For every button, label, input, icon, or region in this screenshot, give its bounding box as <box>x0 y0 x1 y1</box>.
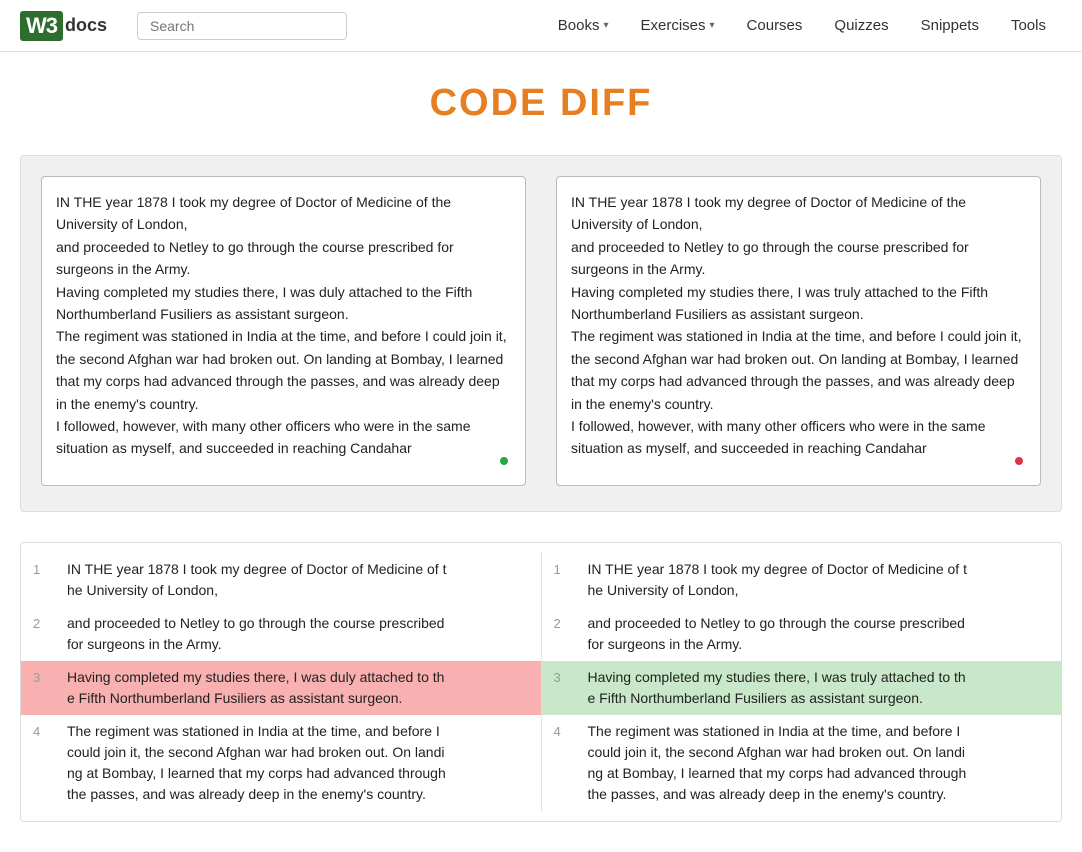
diff-right-line-2: 2 and proceeded to Netley to go through … <box>542 607 1062 661</box>
nav-links: Books ▾ Exercises ▾ Courses Quizzes Snip… <box>542 3 1062 48</box>
chevron-down-icon: ▾ <box>603 20 608 31</box>
diff-left-line-1: 1 IN THE year 1878 I took my degree of D… <box>21 553 541 607</box>
line-number: 3 <box>33 667 53 688</box>
logo-docs: docs <box>65 15 107 36</box>
diff-row: 1 IN THE year 1878 I took my degree of D… <box>21 553 1061 811</box>
right-textarea[interactable]: IN THE year 1878 I took my degree of Doc… <box>556 176 1041 486</box>
left-scroll-indicator <box>500 457 508 465</box>
nav-quizzes[interactable]: Quizzes <box>818 3 904 48</box>
line-number: 4 <box>554 721 574 742</box>
line-number: 2 <box>33 613 53 634</box>
line-number: 3 <box>554 667 574 688</box>
nav-books[interactable]: Books ▾ <box>542 3 625 48</box>
diff-left-line-3: 3 Having completed my studies there, I w… <box>21 661 541 715</box>
right-textarea-wrapper: IN THE year 1878 I took my degree of Doc… <box>556 176 1041 491</box>
diff-left-side: 1 IN THE year 1878 I took my degree of D… <box>21 553 542 811</box>
line-text: IN THE year 1878 I took my degree of Doc… <box>67 559 446 601</box>
line-number: 2 <box>554 613 574 634</box>
left-textarea-wrapper: IN THE year 1878 I took my degree of Doc… <box>41 176 526 491</box>
line-text: and proceeded to Netley to go through th… <box>67 613 444 655</box>
line-number: 1 <box>33 559 53 580</box>
nav-snippets[interactable]: Snippets <box>905 3 995 48</box>
line-text: Having completed my studies there, I was… <box>67 667 444 709</box>
line-text: and proceeded to Netley to go through th… <box>588 613 965 655</box>
diff-left-line-4: 4 The regiment was stationed in India at… <box>21 715 541 811</box>
diff-right-line-4: 4 The regiment was stationed in India at… <box>542 715 1062 811</box>
right-scroll-indicator <box>1015 457 1023 465</box>
logo[interactable]: W3 docs <box>20 11 107 41</box>
diff-container: 1 IN THE year 1878 I took my degree of D… <box>20 542 1062 822</box>
main-container: IN THE year 1878 I took my degree of Doc… <box>0 145 1082 852</box>
line-number: 1 <box>554 559 574 580</box>
line-text: The regiment was stationed in India at t… <box>588 721 967 805</box>
nav-exercises[interactable]: Exercises ▾ <box>624 3 730 48</box>
line-number: 4 <box>33 721 53 742</box>
line-text: IN THE year 1878 I took my degree of Doc… <box>588 559 967 601</box>
left-textarea[interactable]: IN THE year 1878 I took my degree of Doc… <box>41 176 526 486</box>
diff-right-side: 1 IN THE year 1878 I took my degree of D… <box>542 553 1062 811</box>
chevron-down-icon: ▾ <box>710 20 715 31</box>
diff-right-line-1: 1 IN THE year 1878 I took my degree of D… <box>542 553 1062 607</box>
navbar: W3 docs Books ▾ Exercises ▾ Courses Quiz… <box>0 0 1082 52</box>
textareas-row: IN THE year 1878 I took my degree of Doc… <box>20 155 1062 512</box>
line-text: Having completed my studies there, I was… <box>588 667 966 709</box>
nav-courses[interactable]: Courses <box>731 3 819 48</box>
search-input[interactable] <box>137 12 347 40</box>
page-title: CODE DIFF <box>0 52 1082 145</box>
diff-left-line-2: 2 and proceeded to Netley to go through … <box>21 607 541 661</box>
logo-w3: W3 <box>20 11 63 41</box>
nav-tools[interactable]: Tools <box>995 3 1062 48</box>
diff-right-line-3: 3 Having completed my studies there, I w… <box>542 661 1062 715</box>
line-text: The regiment was stationed in India at t… <box>67 721 446 805</box>
